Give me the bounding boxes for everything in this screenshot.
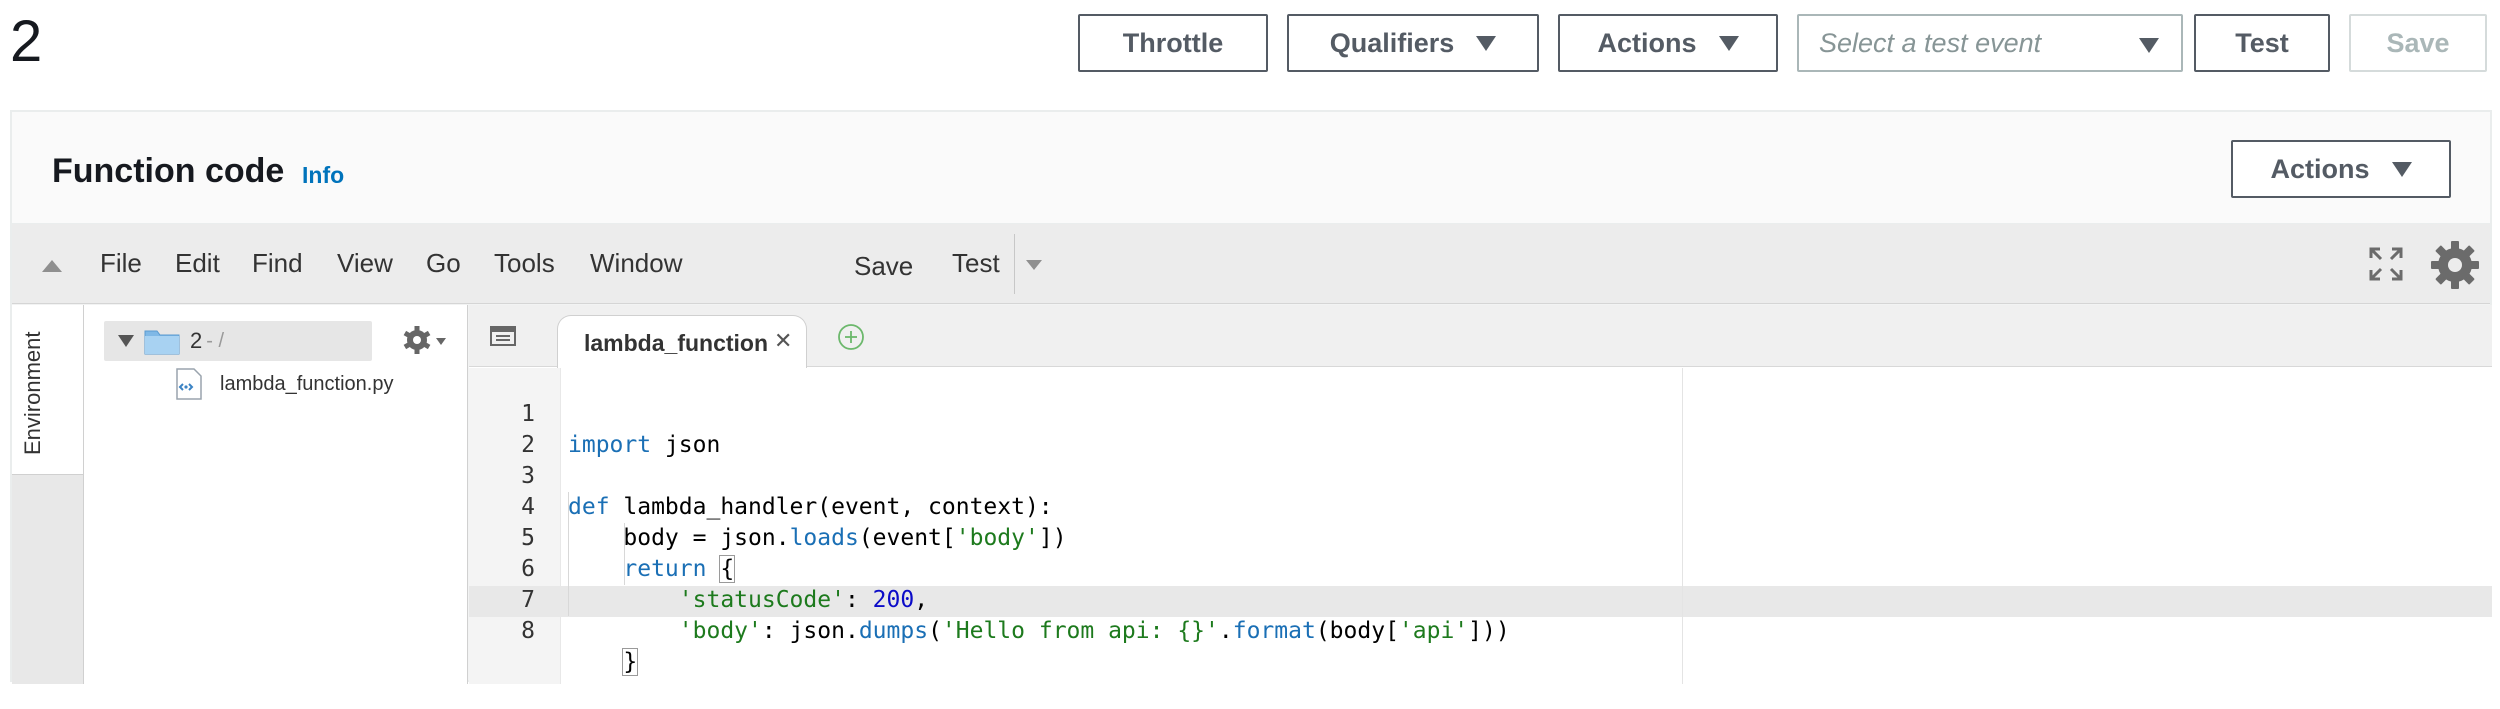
- code-line: 7 'body': json.dumps('Hello from api: {}…: [469, 554, 1510, 644]
- line-number: 8: [521, 618, 535, 644]
- test-dropdown-icon[interactable]: [1026, 260, 1042, 270]
- gear-icon[interactable]: [2430, 240, 2480, 290]
- code-text: import json: [568, 432, 721, 458]
- chevron-down-icon[interactable]: [436, 338, 446, 345]
- close-icon[interactable]: ✕: [774, 328, 792, 354]
- info-link[interactable]: Info: [302, 162, 344, 189]
- code-editor: lambda_function ✕ 1 import json 2 3 def …: [469, 305, 2492, 684]
- test-event-placeholder: Select a test event: [1819, 27, 2042, 58]
- code-text: body = json.loads(event['body']): [568, 525, 1067, 551]
- code-text: def lambda_handler(event, context):: [568, 494, 1053, 520]
- menu-file[interactable]: File: [100, 248, 142, 279]
- fullscreen-icon[interactable]: [2368, 246, 2404, 282]
- code-line: 3 def lambda_handler(event, context):: [469, 430, 1053, 520]
- tree-settings-icon[interactable]: [402, 325, 432, 355]
- code-text: 'statusCode': 200,: [678, 587, 929, 613]
- menu-find[interactable]: Find: [252, 248, 303, 279]
- print-margin: [1682, 368, 1683, 684]
- menu-edit[interactable]: Edit: [175, 248, 220, 279]
- ide-test-button[interactable]: Test: [952, 248, 1000, 279]
- code-text: }: [622, 648, 639, 676]
- file-icon: [176, 368, 202, 400]
- code-line: 4 body = json.loads(event['body']): [469, 461, 1066, 551]
- code-line: 2: [469, 399, 580, 458]
- test-button[interactable]: Test: [2194, 14, 2330, 72]
- environment-sidebar: Environment: [12, 305, 84, 684]
- tree-file-item[interactable]: lambda_function.py: [176, 367, 393, 401]
- menu-tools[interactable]: Tools: [494, 248, 555, 279]
- ide-save-button[interactable]: Save: [854, 251, 913, 282]
- panel-actions-button[interactable]: Actions: [2231, 140, 2451, 198]
- tree-file-label: lambda_function.py: [220, 372, 394, 395]
- page-title: 2: [10, 9, 43, 74]
- environment-tab-label: Environment: [20, 331, 45, 455]
- code-area[interactable]: 1 import json 2 3 def lambda_handler(eve…: [469, 368, 2492, 684]
- qualifiers-button-label: Qualifiers: [1329, 27, 1455, 58]
- tree-root-folder[interactable]: 2 - /: [104, 321, 372, 361]
- panel-actions-label: Actions: [2270, 153, 2370, 184]
- menu-go[interactable]: Go: [426, 248, 461, 279]
- chevron-down-icon: [2391, 161, 2412, 177]
- chevron-down-icon: [1718, 35, 1739, 51]
- throttle-button-label: Throttle: [1122, 27, 1224, 58]
- folder-icon: [144, 330, 180, 355]
- code-line: 8 }: [469, 585, 639, 676]
- file-tree: 2 - / lambda_function.py: [84, 305, 468, 684]
- qualifiers-button[interactable]: Qualifiers: [1287, 14, 1539, 72]
- actions-button-label: Actions: [1597, 27, 1697, 58]
- code-text: return {: [623, 555, 736, 583]
- tree-toggle-icon[interactable]: [118, 335, 134, 347]
- test-button-label: Test: [2235, 27, 2289, 58]
- top-toolbar: 2 Throttle Qualifiers Actions Select a t…: [0, 0, 2500, 110]
- menu-view[interactable]: View: [337, 248, 393, 279]
- chevron-down-icon: [1476, 35, 1497, 51]
- actions-button[interactable]: Actions: [1558, 14, 1778, 72]
- environment-tab[interactable]: Environment: [12, 305, 83, 475]
- tree-root-label: 2: [190, 328, 203, 353]
- editor-file-tab[interactable]: lambda_function ✕: [557, 315, 807, 368]
- panel-title: Function code: [52, 152, 285, 190]
- throttle-button[interactable]: Throttle: [1078, 14, 1268, 72]
- code-line: 5 return {: [469, 492, 736, 583]
- add-tab-icon[interactable]: [837, 323, 865, 351]
- save-button-label: Save: [2386, 27, 2450, 58]
- ide-menubar: File Edit Find View Go Tools Window Save…: [12, 224, 2490, 304]
- code-text: 'body': json.dumps('Hello from api: {}'.…: [678, 618, 1510, 644]
- tree-root-path: - /: [206, 329, 225, 352]
- menu-window[interactable]: Window: [590, 248, 682, 279]
- test-event-select[interactable]: Select a test event: [1797, 14, 2183, 72]
- divider: [1014, 234, 1015, 294]
- code-line: 1 import json: [469, 368, 720, 458]
- panel-header: Function code Info Actions: [12, 112, 2490, 224]
- editor-tabbar: lambda_function ✕: [469, 305, 2492, 368]
- tab-list-icon[interactable]: [489, 325, 517, 347]
- editor-tab-label: lambda_function: [584, 330, 769, 356]
- save-button[interactable]: Save: [2349, 14, 2487, 72]
- chevron-down-icon: [2139, 38, 2159, 53]
- function-code-panel: Function code Info Actions File Edit Fin…: [10, 110, 2492, 684]
- collapse-icon[interactable]: [42, 260, 62, 272]
- code-line: 6 'statusCode': 200,: [469, 523, 928, 613]
